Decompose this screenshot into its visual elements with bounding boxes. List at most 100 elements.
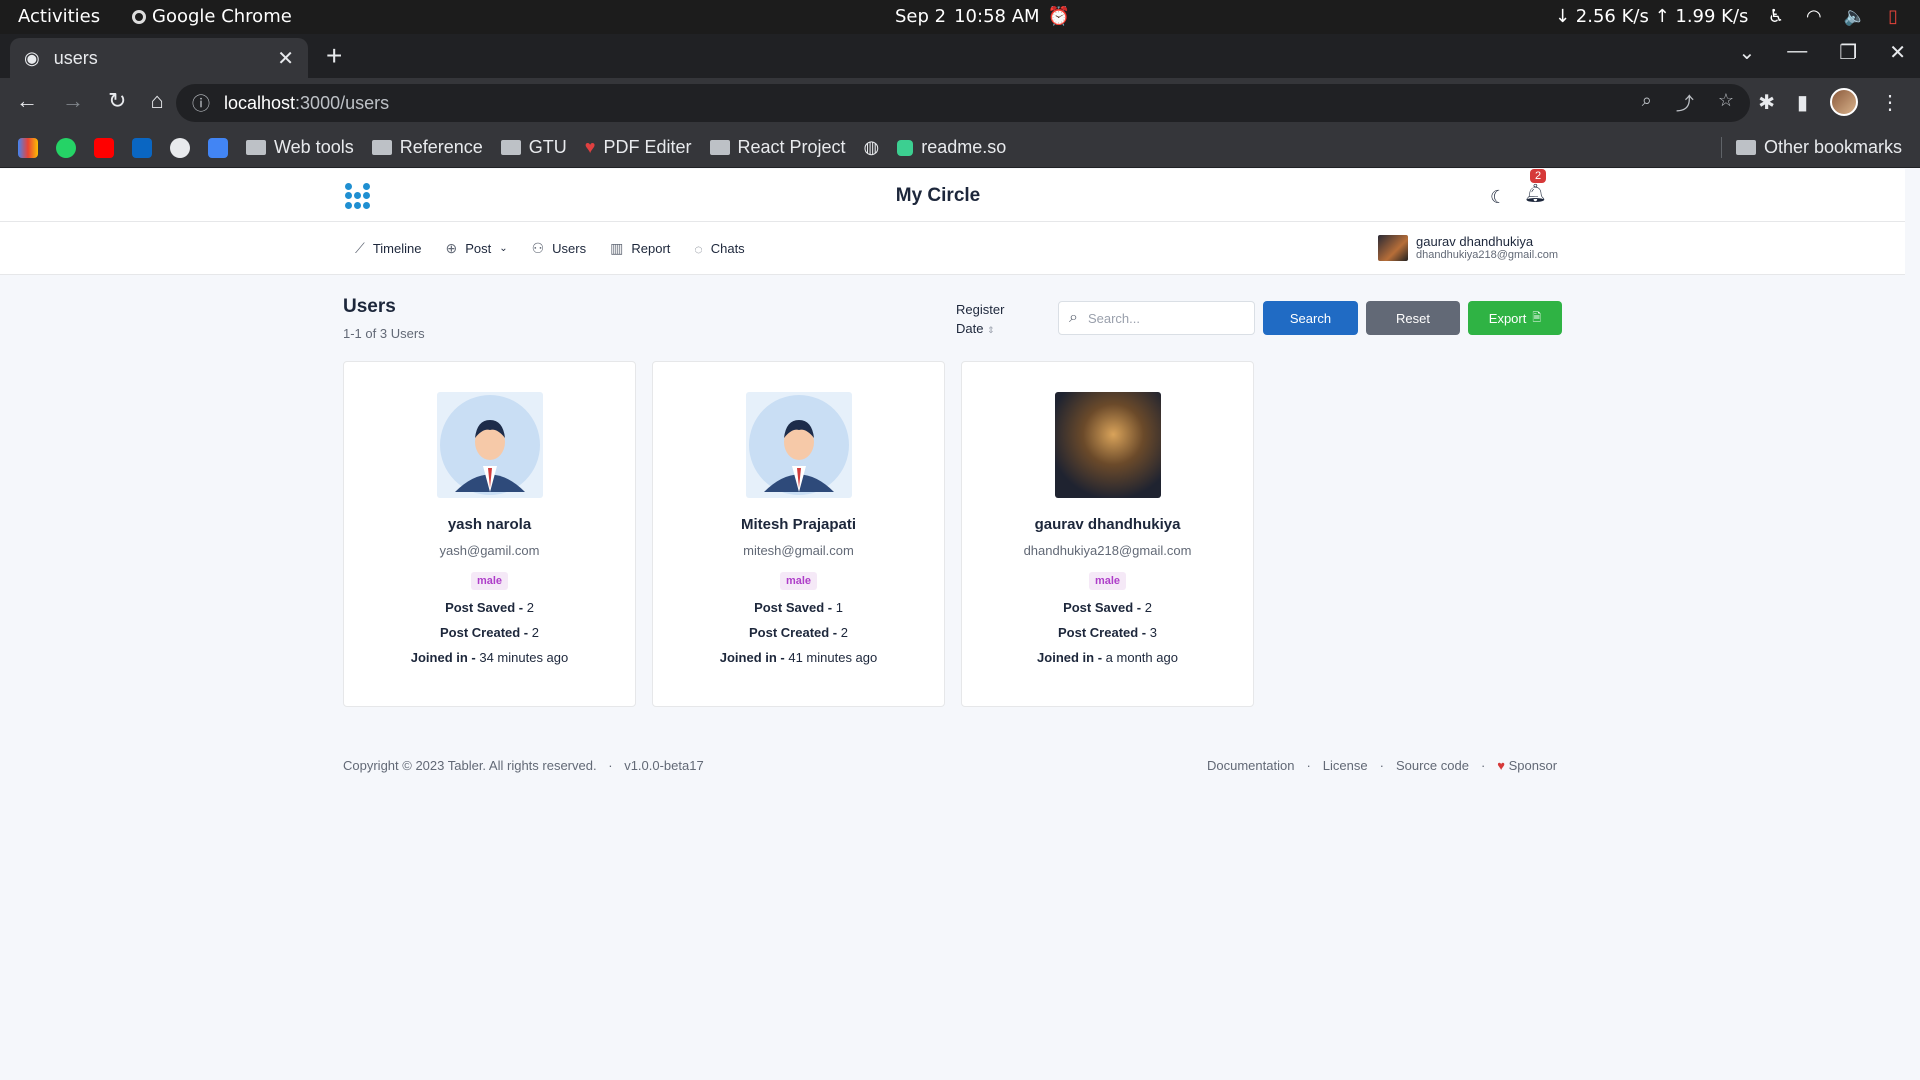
sort-register-date[interactable]: Register Date ⇕ xyxy=(956,300,1016,340)
export-button[interactable]: Export 🗎︎ xyxy=(1468,301,1562,335)
nav-timeline[interactable]: ⟋ Timeline xyxy=(355,240,421,257)
extensions-icon[interactable]: ✱ xyxy=(1758,90,1775,115)
home-icon[interactable]: ⌂ xyxy=(150,88,163,114)
reload-icon[interactable]: ↻ xyxy=(108,88,126,114)
tab-strip: ◉ users ✕ + ⌄ — ❐ ✕ xyxy=(0,34,1920,78)
joined-in: Joined in - a month ago xyxy=(962,650,1253,665)
active-app[interactable]: Google Chrome xyxy=(132,6,292,27)
bookmark-label: GTU xyxy=(528,137,567,157)
user-card-email: yash@gamil.com xyxy=(439,543,540,558)
linkedin-icon[interactable] xyxy=(132,137,152,158)
minimize-icon[interactable]: — xyxy=(1787,40,1807,65)
translate-icon[interactable] xyxy=(208,137,228,158)
bookmark-pdf-editer[interactable]: ♥ PDF Editer xyxy=(585,137,692,158)
post-saved-value: 2 xyxy=(1144,600,1152,615)
github-icon[interactable] xyxy=(170,137,190,158)
folder-icon xyxy=(371,140,392,155)
accessibility-icon[interactable]: ♿ xyxy=(1768,6,1784,27)
zoom-icon[interactable]: ⌕ xyxy=(1642,90,1652,116)
post-created: Post Created - 2 xyxy=(653,625,944,640)
bookmark-label: Reference xyxy=(399,137,483,157)
info-icon[interactable]: ⓘ xyxy=(192,90,210,116)
activities-button[interactable]: Activities xyxy=(18,6,100,27)
version-link[interactable]: v1.0.0-beta17 xyxy=(624,758,704,773)
new-tab-icon[interactable]: + xyxy=(326,40,342,72)
bell-icon[interactable]: 🔔︎ xyxy=(1524,183,1547,204)
sponsor-link[interactable]: ♥ Sponsor xyxy=(1497,758,1557,773)
post-created-label: Post Created - xyxy=(1058,625,1150,640)
bookmark-web-tools[interactable]: Web tools xyxy=(246,137,354,158)
joined-in: Joined in - 41 minutes ago xyxy=(653,650,944,665)
battery-icon[interactable]: ▯ xyxy=(1888,6,1898,27)
page-title: Users xyxy=(343,296,396,317)
nav-label: Timeline xyxy=(372,241,422,256)
bookmark-label: Other bookmarks xyxy=(1763,137,1902,157)
source-code-link[interactable]: Source code xyxy=(1396,758,1469,773)
moon-icon[interactable]: ☾ xyxy=(1490,187,1506,208)
clock[interactable]: Sep 2 10:58 AM ⏰ xyxy=(895,6,1070,27)
menu-icon[interactable]: ⋮ xyxy=(1880,90,1900,115)
search-icon: ⌕ xyxy=(1069,309,1078,326)
share-icon[interactable]: ⤴ xyxy=(1676,90,1694,116)
wifi-icon[interactable]: ◠ xyxy=(1806,6,1822,27)
nav-items: ⟋ Timeline ⊕ Post ⌄ ⚇ Users ▥ Report ◌ Chats xyxy=(355,240,745,257)
footer-links: Documentation · License · Source code · ♥ S… xyxy=(1207,758,1558,773)
system-tray[interactable]: ♿ ◠ 🔈 ▯ xyxy=(1768,6,1898,27)
folder-icon xyxy=(500,140,521,155)
address-bar[interactable]: ⓘ localhost:3000/users ⌕ ⤴ ☆ xyxy=(176,84,1750,122)
search-button[interactable]: Search xyxy=(1263,301,1358,335)
close-window-icon[interactable]: ✕ xyxy=(1889,40,1906,65)
user-card[interactable]: Mitesh Prajapati mitesh@gmail.com male P… xyxy=(652,361,945,707)
gmail-icon[interactable] xyxy=(18,137,38,158)
sponsor-label: Sponsor xyxy=(1508,758,1558,773)
url-path: :3000/users xyxy=(295,92,390,113)
user-card[interactable]: yash narola yash@gamil.com male Post Sav… xyxy=(343,361,636,707)
bookmark-globe[interactable]: ◍ xyxy=(864,137,880,158)
tab-search-icon[interactable]: ⌄ xyxy=(1739,40,1756,65)
post-created-label: Post Created - xyxy=(440,625,532,640)
profile-avatar[interactable] xyxy=(1830,88,1858,116)
bookmark-readme[interactable]: readme.so xyxy=(897,137,1006,158)
search-input[interactable] xyxy=(1087,310,1228,326)
bookmark-label: React Project xyxy=(737,137,846,157)
reset-button[interactable]: Reset xyxy=(1366,301,1460,335)
back-icon[interactable]: ← xyxy=(16,88,38,114)
nav-chats[interactable]: ◌ Chats xyxy=(694,240,744,257)
joined-value: 41 minutes ago xyxy=(788,650,878,665)
nav-post[interactable]: ⊕ Post ⌄ xyxy=(445,240,507,257)
alarm-icon: ⏰ xyxy=(1047,6,1070,27)
bookmark-other[interactable]: Other bookmarks xyxy=(1720,137,1902,158)
nav-label: Chats xyxy=(710,241,745,256)
current-user[interactable]: gaurav dhandhukiya dhandhukiya218@gmail.… xyxy=(1378,234,1558,261)
license-link[interactable]: License xyxy=(1323,758,1368,773)
user-card[interactable]: gaurav dhandhukiya dhandhukiya218@gmail.… xyxy=(961,361,1254,707)
bookmark-gtu[interactable]: GTU xyxy=(500,137,567,158)
nav-report[interactable]: ▥ Report xyxy=(610,240,670,257)
post-created-label: Post Created - xyxy=(749,625,841,640)
gender-badge: male xyxy=(1088,572,1127,590)
report-icon: ▥ xyxy=(610,240,624,256)
bookmark-react-project[interactable]: React Project xyxy=(709,137,846,158)
documentation-link[interactable]: Documentation xyxy=(1207,758,1294,773)
forward-icon[interactable]: → xyxy=(62,88,84,114)
side-panel-icon[interactable]: ▮ xyxy=(1797,90,1808,115)
bookmarks-bar: Web tools Reference GTU ♥ PDF Editer Reac… xyxy=(0,128,1920,168)
gender-badge: male xyxy=(779,572,818,590)
post-saved-label: Post Saved - xyxy=(754,600,836,615)
youtube-icon[interactable] xyxy=(94,137,114,158)
post-saved: Post Saved - 1 xyxy=(653,600,944,615)
bookmark-star-icon[interactable]: ☆ xyxy=(1718,90,1734,116)
volume-icon[interactable]: 🔈 xyxy=(1844,6,1866,27)
joined-value: 34 minutes ago xyxy=(479,650,569,665)
copyright: Copyright © 2023 Tabler. All rights rese… xyxy=(343,758,597,773)
user-name: gaurav dhandhukiya xyxy=(1416,234,1534,249)
default-avatar-icon xyxy=(745,392,852,498)
nav-users[interactable]: ⚇ Users xyxy=(532,240,587,257)
trend-icon: ⟋ xyxy=(355,240,365,256)
user-photo xyxy=(1054,392,1161,498)
tab-users[interactable]: ◉ users ✕ xyxy=(10,38,308,78)
whatsapp-icon[interactable] xyxy=(56,137,76,158)
bookmark-reference[interactable]: Reference xyxy=(371,137,483,158)
restore-icon[interactable]: ❐ xyxy=(1839,40,1857,65)
close-tab-icon[interactable]: ✕ xyxy=(277,46,294,71)
